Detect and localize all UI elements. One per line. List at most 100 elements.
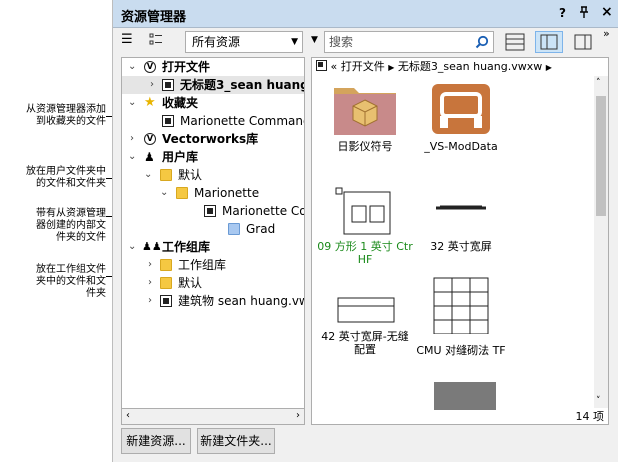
users-icon: ♟♟: [142, 240, 162, 253]
more-button[interactable]: »: [603, 27, 610, 40]
chevron-right-icon: ›: [148, 259, 152, 270]
panel-right-icon: [574, 34, 592, 50]
breadcrumb-back[interactable]: «: [331, 60, 338, 73]
search-input[interactable]: 搜索: [324, 31, 494, 53]
tree-label: 工作组库: [178, 258, 227, 272]
list-view-icon[interactable]: [149, 33, 163, 51]
breadcrumb: « 打开文件 ▶ 无标题3_sean huang.vwxw ▶: [312, 58, 608, 76]
panel-left-icon: [540, 34, 558, 50]
scroll-thumb[interactable]: [596, 96, 606, 216]
file-icon: [162, 115, 174, 127]
single-view-button[interactable]: [569, 31, 597, 53]
tree-item-wg-default[interactable]: › 默认: [122, 274, 304, 292]
tree-item-vw-library[interactable]: › V Vectorworks库: [122, 130, 304, 148]
tree-label: 用户库: [162, 150, 199, 164]
tree-label: Vectorworks库: [162, 132, 259, 146]
pin-icon: [580, 6, 588, 18]
tree-label: Marionette: [194, 186, 260, 200]
item-count: 14 项: [575, 410, 605, 423]
file-icon: [162, 79, 174, 91]
tree-item-open-file[interactable]: › 无标题3_sean huang.vw: [122, 76, 304, 94]
content-vertical-scrollbar[interactable]: ˄ ˅: [594, 76, 608, 408]
split-view-button[interactable]: [535, 31, 563, 53]
resource-thumbnail[interactable]: [434, 382, 496, 410]
chevron-right-icon: ›: [130, 133, 134, 144]
tree-item-wg-file[interactable]: › 建筑物 sean huang.vwxw: [122, 292, 304, 310]
breadcrumb-item[interactable]: 打开文件: [341, 60, 385, 73]
chevron-down-icon: ⌄: [128, 97, 137, 108]
thumbnail-label: 09 方形 1 英寸 Ctr HF: [317, 240, 413, 266]
large-thumbnail-view-button[interactable]: [501, 31, 529, 53]
search-placeholder: 搜索: [329, 35, 354, 49]
search-icon[interactable]: [475, 35, 489, 49]
folder-icon: [160, 277, 172, 289]
chevron-down-icon: ⌄: [128, 241, 137, 252]
thumbnail-label: _VS-ModData: [424, 140, 498, 153]
new-folder-button[interactable]: 新建文件夹...: [197, 428, 275, 454]
tree-label: Marionette Comm: [222, 204, 304, 218]
folder-icon: [160, 169, 172, 181]
chevron-right-icon: ›: [148, 277, 152, 288]
scroll-left-icon[interactable]: ‹: [126, 410, 130, 421]
breadcrumb-separator-icon: ▶: [388, 63, 395, 72]
tree-label: Marionette Command Lib: [180, 114, 305, 128]
symbol-preview-icon: [337, 297, 395, 323]
tree-item-favorites[interactable]: ⌄ ★ 收藏夹: [122, 94, 304, 112]
filter-value: 所有资源: [192, 35, 241, 49]
search-dropdown-arrow[interactable]: ▼: [311, 35, 318, 45]
user-icon: ♟: [144, 150, 155, 164]
tree-item-marionette-folder[interactable]: ⌄ Marionette: [122, 184, 304, 202]
thumbnail-label: 32 英寸宽屏: [430, 240, 492, 253]
scroll-down-icon[interactable]: ˅: [596, 396, 601, 406]
chevron-down-icon: ⌄: [128, 151, 137, 162]
breadcrumb-separator-icon: ▶: [545, 63, 552, 72]
tree-item-wg-folder[interactable]: › 工作组库: [122, 256, 304, 274]
tree-label: 无标题3_sean huang.vw: [180, 78, 304, 92]
chevron-right-icon: ›: [150, 79, 154, 90]
symbol-preview-icon: [433, 277, 489, 334]
callout-internal-folder: 带有从资源管理 器创建的内部文 件夹的文件: [36, 208, 106, 243]
tree-item-grad-folder[interactable]: Grad: [122, 220, 304, 238]
chevron-down-icon: ⌄: [160, 187, 169, 198]
tree-label: Grad: [246, 222, 276, 236]
chevron-down-icon: ▼: [291, 37, 298, 47]
resource-tree: ⌄ V 打开文件 › 无标题3_sean huang.vw ⌄ ★ 收藏夹 Ma…: [121, 57, 305, 409]
tree-label: 收藏夹: [162, 96, 199, 110]
tree-item-default-folder[interactable]: ⌄ 默认: [122, 166, 304, 184]
tree-label: 工作组库: [162, 240, 211, 254]
thumbnail-label: 42 英寸宽屏-无缝 配置: [321, 330, 409, 356]
tree-label: 建筑物 sean huang.vwxw: [178, 294, 304, 308]
tree-item-marionette-file[interactable]: Marionette Comm: [122, 202, 304, 220]
close-button[interactable]: ×: [601, 4, 613, 20]
new-resource-button[interactable]: 新建资源...: [121, 428, 191, 454]
toolbar: ☰ 所有资源 ▼ ▼ 搜索 »: [113, 27, 618, 55]
callout-workgroup: 放在工作组文件 夹中的文件和文 件夹: [36, 264, 106, 299]
callout-favorites: 从资源管理器添加 到收藏夹的文件: [26, 104, 106, 127]
tree-label: 默认: [178, 276, 203, 290]
file-icon: [204, 205, 216, 217]
folder-icon: [432, 84, 490, 134]
list-lines-icon: [505, 33, 525, 51]
tree-item-workgroup-library[interactable]: ⌄ ♟♟ 工作组库: [122, 238, 304, 256]
callout-user-folder: 放在用户文件夹中 的文件和文件夹: [26, 166, 106, 189]
tree-item-open-files[interactable]: ⌄ V 打开文件: [122, 58, 304, 76]
help-button[interactable]: ?: [559, 6, 566, 20]
scroll-up-icon[interactable]: ˄: [596, 78, 601, 88]
file-icon: [316, 60, 327, 71]
folder-icon: [334, 88, 396, 135]
filter-dropdown[interactable]: 所有资源 ▼: [185, 31, 303, 53]
folder-icon: [160, 259, 172, 271]
tree-item-favorite-file[interactable]: Marionette Command Lib: [122, 112, 304, 130]
tree-item-user-library[interactable]: ⌄ ♟ 用户库: [122, 148, 304, 166]
chevron-down-icon: ⌄: [144, 169, 153, 180]
breadcrumb-item[interactable]: 无标题3_sean huang.vwxw: [398, 60, 542, 73]
pin-button[interactable]: [579, 6, 589, 21]
star-icon: ★: [144, 95, 156, 110]
tree-label: 打开文件: [162, 60, 211, 74]
tree-horizontal-scrollbar[interactable]: ‹ ›: [121, 409, 305, 425]
scroll-right-icon[interactable]: ›: [296, 410, 300, 421]
symbol-preview-icon: [335, 187, 391, 235]
title-bar: 资源管理器 ? ×: [113, 0, 618, 28]
thumbnail-label: CMU 对缝砌法 TF: [416, 344, 506, 357]
menu-icon[interactable]: ☰: [121, 32, 133, 47]
